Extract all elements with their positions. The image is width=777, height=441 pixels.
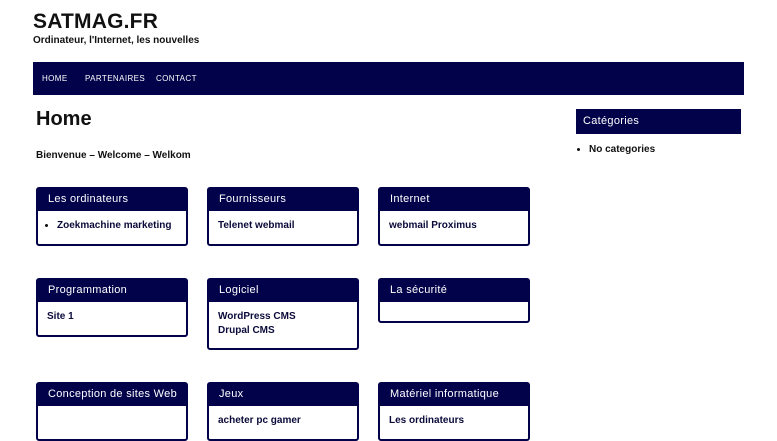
widget-title: Conception de sites Web	[38, 384, 186, 406]
nav-home-link[interactable]: HOME	[42, 74, 68, 83]
widget-link[interactable]: Zoekmachine marketing	[57, 219, 176, 233]
widget-les-ordinateurs: Les ordinateurs Zoekmachine marketing	[36, 187, 188, 246]
widget-title: Fournisseurs	[209, 189, 357, 211]
widget-materiel-informatique: Matériel informatique Les ordinateurs	[378, 382, 530, 441]
widget-fournisseurs: Fournisseurs Telenet webmail	[207, 187, 359, 246]
site-tagline: Ordinateur, l'Internet, les nouvelles	[33, 35, 200, 46]
widget-title: Programmation	[38, 280, 186, 302]
widget-jeux: Jeux acheter pc gamer	[207, 382, 359, 441]
widget-link[interactable]: Drupal CMS	[218, 324, 347, 338]
sidebar-category-item: No categories	[589, 143, 655, 157]
widget-link[interactable]: Site 1	[47, 310, 176, 324]
main-navigation: HOME PARTENAIRES CONTACT	[33, 62, 744, 95]
widget-link[interactable]: webmail Proximus	[389, 219, 518, 233]
widget-internet: Internet webmail Proximus	[378, 187, 530, 246]
widget-title: Jeux	[209, 384, 357, 406]
widget-title: Internet	[380, 189, 528, 211]
widget-programmation: Programmation Site 1	[36, 278, 188, 337]
widget-link[interactable]: Telenet webmail	[218, 219, 347, 233]
nav-partenaires-link[interactable]: PARTENAIRES	[85, 74, 145, 83]
widget-logiciel: Logiciel WordPress CMS Drupal CMS	[207, 278, 359, 350]
widget-title: La sécurité	[380, 280, 528, 302]
sidebar-categories-list: No categories	[578, 143, 655, 157]
widget-la-securite: La sécurité	[378, 278, 530, 323]
widget-link[interactable]: WordPress CMS	[218, 310, 347, 324]
widget-conception-de-sites-web: Conception de sites Web	[36, 382, 188, 441]
widget-title: Matériel informatique	[380, 384, 528, 406]
widget-link[interactable]: Les ordinateurs	[389, 414, 518, 428]
sidebar-categories-heading: Catégories	[576, 109, 741, 134]
widget-link[interactable]: acheter pc gamer	[218, 414, 347, 428]
nav-contact-link[interactable]: CONTACT	[156, 74, 197, 83]
page-title: Home	[36, 108, 92, 130]
widget-title: Logiciel	[209, 280, 357, 302]
site-title[interactable]: SATMAG.FR	[33, 10, 158, 34]
widget-title: Les ordinateurs	[38, 189, 186, 211]
intro-text: Bienvenue – Welcome – Welkom	[36, 150, 191, 161]
